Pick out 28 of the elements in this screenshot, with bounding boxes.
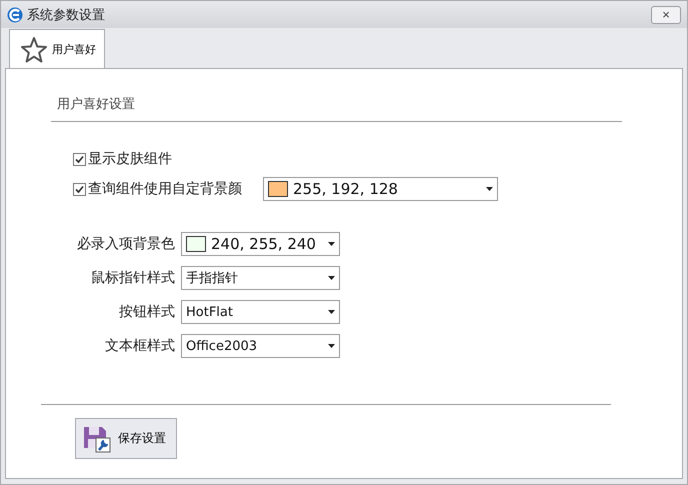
dropdown[interactable]: HotFlat: [181, 300, 340, 324]
field-label: 必录入项背景色: [76, 235, 175, 253]
dropdown-value: 手指指针: [186, 270, 239, 287]
save-button[interactable]: 保存设置: [75, 418, 177, 459]
field-label: 文本框样式: [104, 337, 175, 355]
color-picker[interactable]: 255, 192, 128: [263, 177, 498, 201]
color-value: 255, 192, 128: [293, 180, 399, 198]
caret-icon: [328, 276, 335, 280]
color-picker[interactable]: 240, 255, 240: [181, 232, 340, 256]
dropdown-value: Office2003: [186, 338, 258, 354]
caret-icon: [328, 344, 335, 348]
window-title: 系统参数设置: [27, 6, 106, 24]
field-label: 鼠标指针样式: [90, 269, 175, 287]
color-value: 240, 255, 240: [211, 235, 317, 253]
close-button[interactable]: ×: [651, 6, 681, 24]
caret-icon: [328, 242, 335, 246]
caret-icon: [328, 310, 335, 314]
dropdown[interactable]: 手指指针: [181, 266, 340, 290]
app-logo-icon: [7, 6, 23, 22]
checkbox[interactable]: 查询组件使用自定背景颜: [73, 180, 253, 198]
field-label: 按钮样式: [118, 303, 175, 321]
checkbox[interactable]: 显示皮肤组件: [73, 150, 253, 168]
dropdown[interactable]: Office2003: [181, 334, 340, 358]
tab[interactable]: 用户喜好: [9, 29, 105, 69]
star-icon: [20, 36, 48, 64]
dropdown-value: HotFlat: [186, 304, 234, 320]
caret-icon: [486, 187, 493, 191]
group-title: 用户喜好设置: [57, 96, 136, 113]
